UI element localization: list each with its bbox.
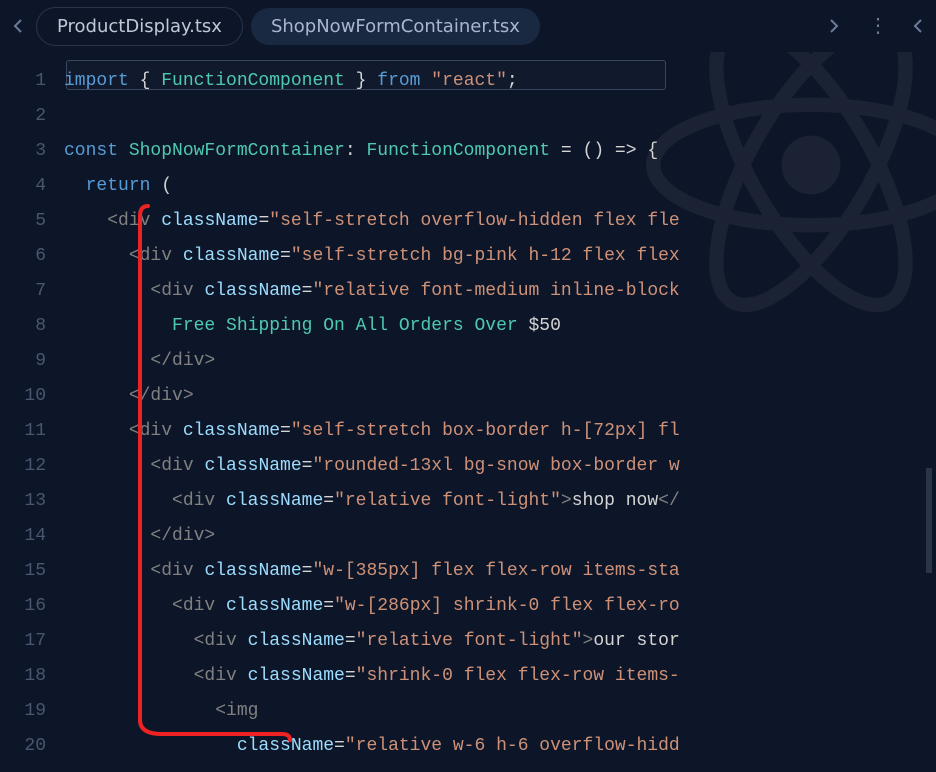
code-line: <img — [64, 694, 936, 729]
line-number: 20 — [0, 729, 64, 764]
code-line: <div className="self-stretch overflow-hi… — [64, 204, 936, 239]
line-number: 13 — [0, 484, 64, 519]
line-number: 16 — [0, 589, 64, 624]
line-number: 8 — [0, 309, 64, 344]
code-line: </div> — [64, 379, 936, 414]
more-menu-icon[interactable]: ⋮ — [864, 13, 892, 39]
line-number: 18 — [0, 659, 64, 694]
line-number: 1 — [0, 64, 64, 99]
code-line: <div className="relative font-light">sho… — [64, 484, 936, 519]
line-number: 3 — [0, 134, 64, 169]
code-line — [64, 99, 936, 134]
line-number: 14 — [0, 519, 64, 554]
line-number: 17 — [0, 624, 64, 659]
code-line: const ShopNowFormContainer: FunctionComp… — [64, 134, 936, 169]
code-line: className="relative w-6 h-6 overflow-hid… — [64, 729, 936, 764]
code-line: return ( — [64, 169, 936, 204]
tab-shopnow-form[interactable]: ShopNowFormContainer.tsx — [251, 8, 540, 45]
line-number: 11 — [0, 414, 64, 449]
code-line: <div className="w-[286px] shrink-0 flex … — [64, 589, 936, 624]
line-number: 19 — [0, 694, 64, 729]
tab-product-display[interactable]: ProductDisplay.tsx — [36, 7, 243, 46]
line-number: 12 — [0, 449, 64, 484]
code-content[interactable]: import { FunctionComponent } from "react… — [64, 52, 936, 772]
line-number: 7 — [0, 274, 64, 309]
code-line: <div className="self-stretch bg-pink h-1… — [64, 239, 936, 274]
tab-bar: ProductDisplay.tsx ShopNowFormContainer.… — [0, 0, 936, 52]
line-number: 2 — [0, 99, 64, 134]
code-line: import { FunctionComponent } from "react… — [64, 64, 936, 99]
code-line: <div className="self-stretch box-border … — [64, 414, 936, 449]
code-line: <div className="w-[385px] flex flex-row … — [64, 554, 936, 589]
code-line: <div className="relative font-light">our… — [64, 624, 936, 659]
code-line: </div> — [64, 344, 936, 379]
line-number: 6 — [0, 239, 64, 274]
line-number: 15 — [0, 554, 64, 589]
code-line: <div className="relative font-medium inl… — [64, 274, 936, 309]
code-editor[interactable]: 1 2 3 4 5 6 7 8 9 10 11 12 13 14 15 16 1… — [0, 52, 936, 772]
panel-collapse-icon[interactable] — [908, 16, 928, 36]
line-number: 9 — [0, 344, 64, 379]
code-line: Free Shipping On All Orders Over $50 — [64, 309, 936, 344]
line-number: 10 — [0, 379, 64, 414]
code-line: </div> — [64, 519, 936, 554]
line-number-gutter: 1 2 3 4 5 6 7 8 9 10 11 12 13 14 15 16 1… — [0, 52, 64, 772]
nav-forward-icon[interactable] — [824, 16, 844, 36]
code-line: <div className="rounded-13xl bg-snow box… — [64, 449, 936, 484]
line-number: 5 — [0, 204, 64, 239]
nav-back-icon[interactable] — [8, 16, 28, 36]
line-number: 4 — [0, 169, 64, 204]
code-line: <div className="shrink-0 flex flex-row i… — [64, 659, 936, 694]
diff-markers — [926, 468, 932, 573]
